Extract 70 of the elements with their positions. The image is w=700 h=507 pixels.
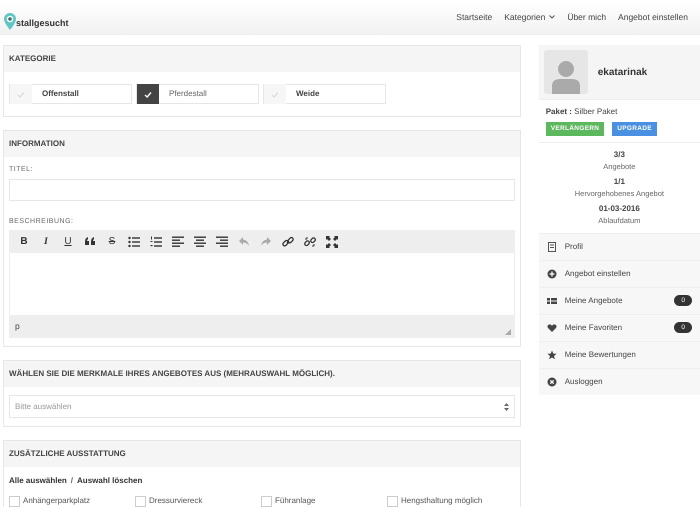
- stat-value: 1/1: [612, 176, 626, 188]
- option-label: Pferdestall: [168, 88, 207, 100]
- element-path: p: [15, 320, 20, 333]
- menu-item[interactable]: Meine Bewertungen: [538, 340, 700, 368]
- list-icon: [546, 296, 557, 306]
- category-option[interactable]: Weide: [263, 84, 386, 104]
- nav-link[interactable]: Startseite: [450, 10, 498, 24]
- panel-title: WÄHLEN SIE DIE MERKMALE IHRES ANGEBOTES AUS (MEHRAUSWAHL MÖGLICH).: [4, 361, 520, 387]
- checkbox-label: Dressurviereck: [149, 495, 202, 507]
- menu-item[interactable]: Profil: [538, 232, 700, 260]
- package-text: Paket : Silber Paket: [546, 107, 618, 116]
- plus-circle-icon: [546, 268, 557, 278]
- strike-button[interactable]: S: [101, 232, 123, 250]
- option-label: Weide: [295, 88, 320, 100]
- sort-caret-icon: [504, 402, 509, 410]
- check-icon: [270, 90, 280, 98]
- align-right-icon: [216, 236, 228, 248]
- checkbox[interactable]: [387, 496, 398, 506]
- select-placeholder: Bitte auswählen: [15, 400, 72, 412]
- quote-icon: [84, 236, 96, 248]
- checkbox[interactable]: [9, 496, 20, 506]
- check-toggle[interactable]: [10, 84, 32, 104]
- x-circle-icon: [546, 376, 557, 386]
- category-option[interactable]: Pferdestall: [136, 84, 259, 104]
- italic-button[interactable]: I: [35, 232, 57, 250]
- fullscreen-icon: [326, 236, 338, 248]
- numbers-icon: [150, 236, 162, 248]
- select-all-link[interactable]: Alle auswählen: [9, 475, 67, 487]
- menu-item[interactable]: Ausloggen: [538, 368, 700, 394]
- check-icon: [16, 90, 26, 98]
- align-center-icon: [194, 236, 206, 248]
- bold-button[interactable]: B: [13, 232, 35, 250]
- panel-title: ZUSÄTZLICHE AUSSTATTUNG: [4, 441, 520, 467]
- checkbox[interactable]: [135, 496, 146, 506]
- check-icon: [143, 90, 153, 98]
- clear-selection-link[interactable]: Auswahl löschen: [77, 475, 142, 487]
- logo-pin-icon: [4, 13, 16, 30]
- redo-icon: [260, 236, 272, 248]
- stat-value: 01-03-2016: [598, 203, 641, 216]
- checkbox[interactable]: [261, 496, 272, 506]
- panel-title: KATEGORIE: [4, 46, 520, 72]
- checkbox-label: Anhängerparkplatz: [23, 495, 90, 507]
- nav-link[interactable]: Angebot einstellen: [612, 10, 694, 24]
- check-toggle[interactable]: [137, 84, 159, 104]
- username: ekatarinak: [598, 66, 648, 80]
- star-icon: [546, 350, 557, 360]
- unlink-icon: [304, 236, 316, 248]
- checkbox-label: Hengsthaltung möglich: [401, 495, 482, 507]
- stat-value: 3/3: [612, 148, 626, 161]
- document-icon: [546, 242, 557, 252]
- bullets-icon: [128, 236, 140, 248]
- checkbox-label: Führanlage: [275, 495, 316, 507]
- check-toggle[interactable]: [264, 84, 286, 104]
- nav-link[interactable]: Kategorien: [498, 10, 562, 24]
- panel-title: INFORMATION: [4, 131, 520, 157]
- heart-icon: [546, 322, 557, 332]
- undo-icon: [238, 236, 250, 248]
- underline-button[interactable]: U: [57, 232, 79, 250]
- link-icon: [282, 236, 294, 248]
- category-option[interactable]: Offenstall: [9, 84, 132, 104]
- brand-name[interactable]: stallgesucht: [16, 16, 69, 30]
- align-left-icon: [172, 236, 184, 248]
- title-field[interactable]: [9, 178, 515, 200]
- resize-handle-icon[interactable]: [504, 329, 511, 335]
- menu-item[interactable]: Angebot einstellen: [538, 260, 700, 286]
- person-icon: [550, 60, 581, 94]
- nav-link[interactable]: Über mich: [561, 10, 612, 24]
- option-label: Offenstall: [41, 88, 79, 100]
- separator-text: /: [70, 475, 74, 487]
- caret-icon: [549, 15, 556, 19]
